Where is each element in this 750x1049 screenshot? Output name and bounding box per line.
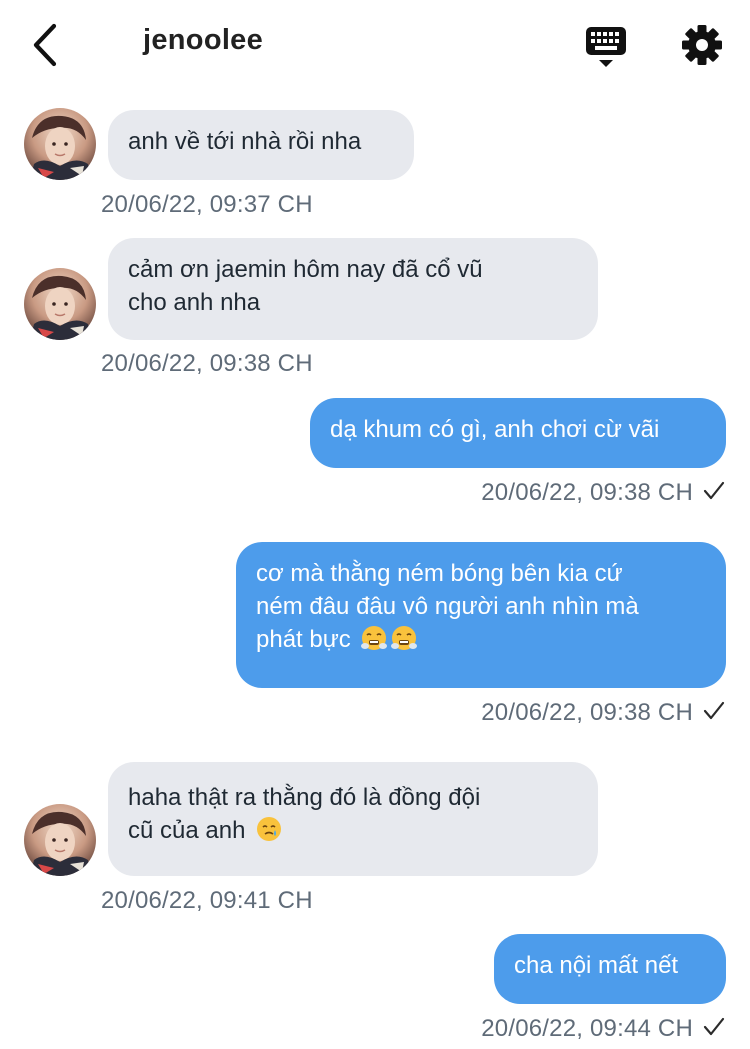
message-text-line: cảm ơn jaemin hôm nay đã cổ vũ (128, 256, 483, 283)
message-text-line: ném đâu đâu vô người anh nhìn mà (256, 593, 639, 620)
message-text: anh về tới nhà rồi nha (128, 128, 362, 155)
header-bar: jenoolee (0, 0, 750, 92)
settings-button[interactable] (680, 23, 724, 67)
message-timestamp: 20/06/22, 09:38 CH (101, 350, 313, 377)
tearful-smile-emoji (256, 816, 282, 842)
keyboard-icon (586, 27, 626, 67)
outgoing-message-bubble[interactable]: dạ khum có gì, anh chơi cừ vãi (310, 398, 726, 468)
avatar[interactable] (24, 804, 96, 876)
message-text: dạ khum có gì, anh chơi cừ vãi (330, 416, 660, 443)
message-timestamp-row: 20/06/22, 09:38 CH (481, 699, 725, 727)
message-text-line-with-emoji: phát bực (256, 623, 706, 656)
message-timestamp: 20/06/22, 09:37 CH (101, 191, 313, 218)
outgoing-message-bubble[interactable]: cơ mà thằng ném bóng bên kia cứ ném đâu … (236, 542, 726, 688)
conversation-title: jenoolee (143, 24, 264, 56)
message-text-line: phát bực (256, 626, 351, 653)
back-button[interactable] (28, 22, 68, 68)
message-text-line: cho anh nha (128, 289, 261, 316)
checkmark-icon (703, 701, 725, 721)
message-timestamp-row: 20/06/22, 09:38 CH (481, 479, 725, 507)
message-timestamp-row: 20/06/22, 09:44 CH (481, 1015, 725, 1043)
chevron-left-icon (33, 23, 57, 67)
gear-icon (682, 25, 722, 65)
message-timestamp: 20/06/22, 09:44 CH (481, 1015, 693, 1042)
message-text-line: haha thật ra thằng đó là đồng đội (128, 784, 481, 811)
message-timestamp: 20/06/22, 09:41 CH (101, 887, 313, 914)
incoming-message-bubble[interactable]: anh về tới nhà rồi nha (108, 110, 414, 180)
incoming-message-bubble[interactable]: cảm ơn jaemin hôm nay đã cổ vũ cho anh n… (108, 238, 598, 340)
message-text-line: cơ mà thằng ném bóng bên kia cứ (256, 560, 623, 587)
outgoing-message-bubble[interactable]: cha nội mất nết (494, 934, 726, 1004)
checkmark-icon (703, 481, 725, 501)
message-text-line-with-emoji: cũ của anh (128, 814, 578, 847)
avatar[interactable] (24, 268, 96, 340)
steam-face-emoji (391, 625, 417, 651)
checkmark-icon (703, 1017, 725, 1037)
avatar[interactable] (24, 108, 96, 180)
keyboard-button[interactable] (584, 24, 628, 70)
message-text: cha nội mất nết (514, 952, 679, 979)
incoming-message-bubble[interactable]: haha thật ra thằng đó là đồng đội cũ của… (108, 762, 598, 876)
message-timestamp: 20/06/22, 09:38 CH (481, 699, 693, 726)
steam-face-emoji (361, 625, 387, 651)
message-text-line: cũ của anh (128, 817, 246, 844)
message-timestamp: 20/06/22, 09:38 CH (481, 479, 693, 506)
